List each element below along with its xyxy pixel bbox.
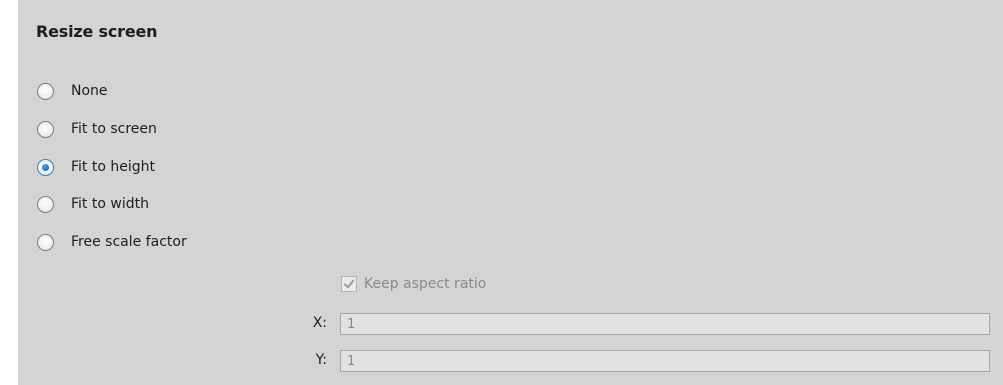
keep-aspect-ratio-option[interactable]: Keep aspect ratio bbox=[341, 273, 486, 295]
scale-x-input[interactable] bbox=[340, 313, 990, 335]
keep-aspect-ratio-label: Keep aspect ratio bbox=[364, 276, 487, 292]
radio-option-none[interactable]: None bbox=[37, 80, 108, 102]
checkmark-icon bbox=[344, 279, 355, 289]
radio-label-fit-to-screen: Fit to screen bbox=[71, 121, 157, 137]
radio-label-none: None bbox=[71, 83, 108, 99]
radio-label-fit-to-height: Fit to height bbox=[71, 159, 155, 175]
keep-aspect-ratio-checkbox[interactable] bbox=[341, 276, 357, 292]
radio-selected-dot-icon bbox=[42, 163, 49, 171]
scale-x-label: X: bbox=[312, 315, 327, 331]
resize-screen-panel: Resize screen None Fit to screen Fit to … bbox=[18, 0, 1003, 385]
radio-option-fit-to-height[interactable]: Fit to height bbox=[37, 156, 155, 178]
radio-button-fit-to-height[interactable] bbox=[37, 158, 54, 176]
radio-label-free-scale-factor: Free scale factor bbox=[71, 234, 187, 250]
radio-label-fit-to-width: Fit to width bbox=[71, 196, 149, 212]
radio-button-free-scale-factor[interactable] bbox=[37, 233, 54, 251]
radio-button-fit-to-screen[interactable] bbox=[37, 120, 54, 138]
scale-y-input[interactable] bbox=[340, 350, 990, 372]
radio-option-fit-to-width[interactable]: Fit to width bbox=[37, 193, 149, 215]
radio-button-fit-to-width[interactable] bbox=[37, 195, 54, 213]
radio-button-none[interactable] bbox=[37, 82, 54, 100]
scale-y-label: Y: bbox=[315, 352, 327, 368]
radio-option-fit-to-screen[interactable]: Fit to screen bbox=[37, 118, 157, 140]
radio-option-free-scale-factor[interactable]: Free scale factor bbox=[37, 231, 187, 253]
section-title: Resize screen bbox=[36, 22, 158, 41]
